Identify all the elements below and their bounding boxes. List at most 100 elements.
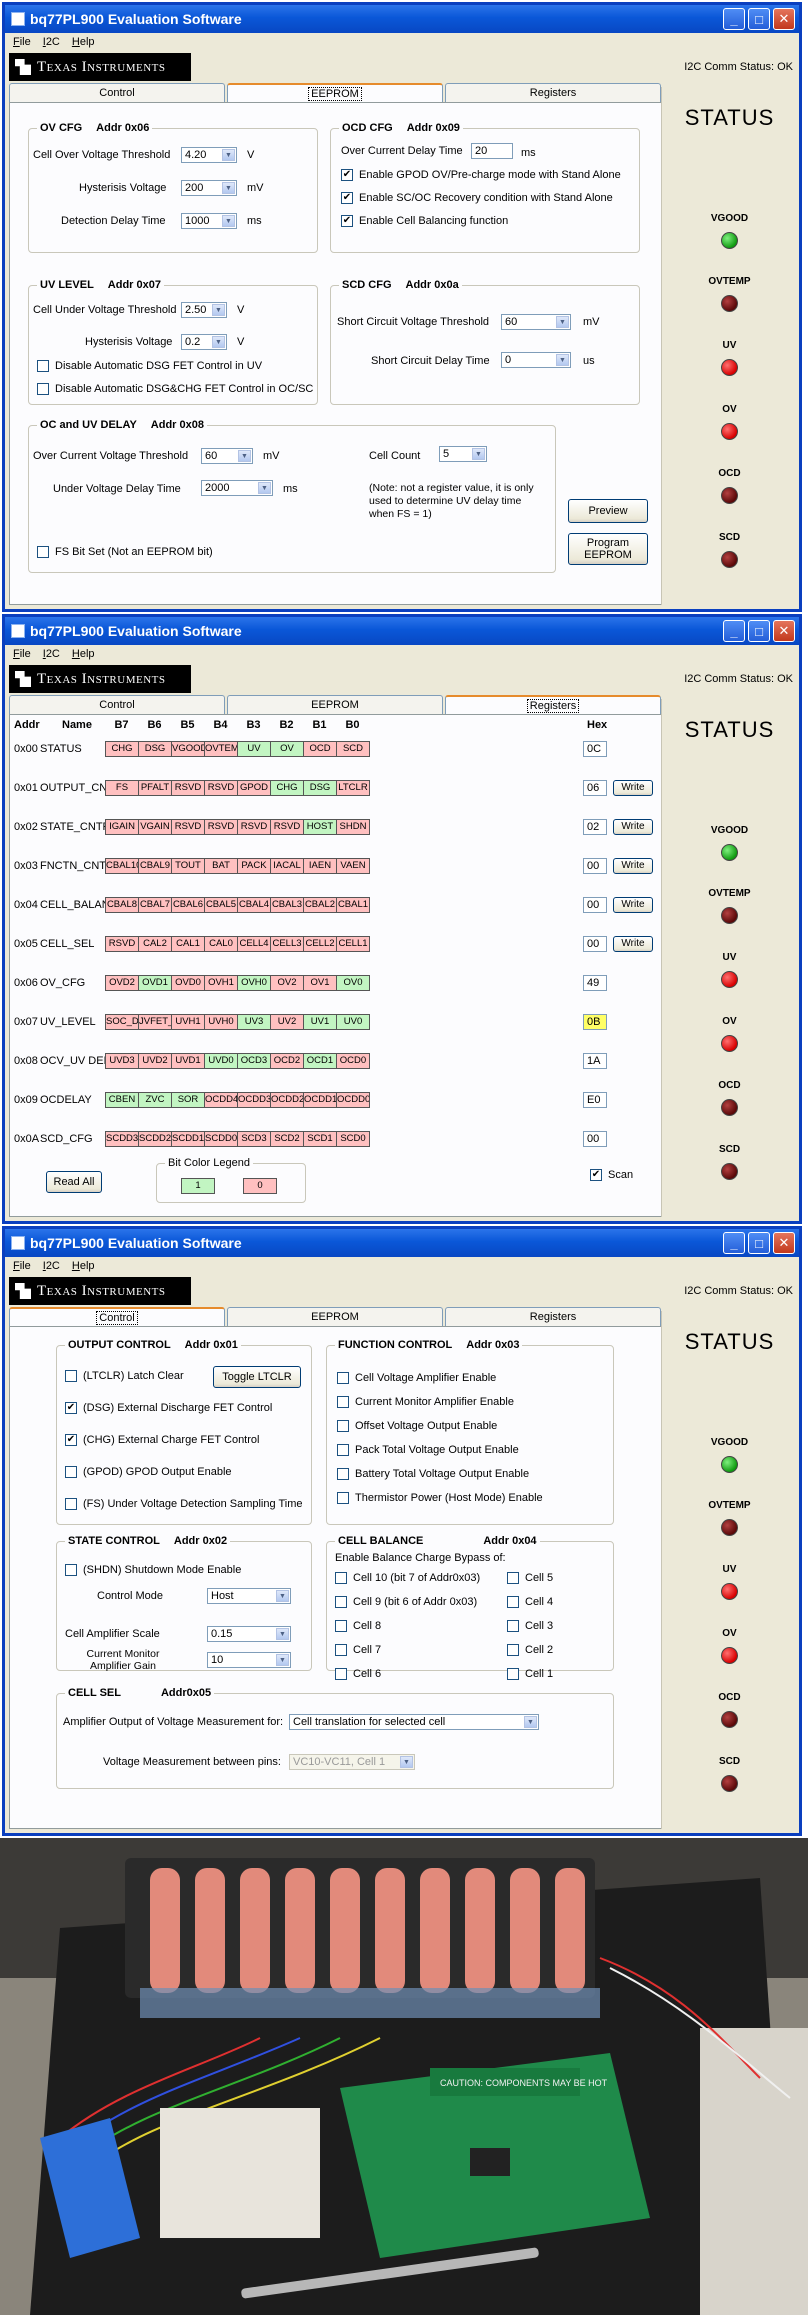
register-bit-cell[interactable]: RSVD xyxy=(204,780,238,796)
cell-balancing-checkbox[interactable]: ✔ Enable Cell Balancing function xyxy=(341,215,508,227)
latch-clear-checkbox[interactable]: (LTCLR) Latch Clear xyxy=(65,1370,184,1382)
close-button[interactable]: ✕ xyxy=(773,8,795,30)
ov-threshold-select[interactable]: 4.20 ▼ xyxy=(181,147,237,163)
register-bit-cell[interactable]: SOR xyxy=(171,1092,205,1108)
register-bit-cell[interactable]: UV0 xyxy=(336,1014,370,1030)
register-bit-cell[interactable]: SCD1 xyxy=(303,1131,337,1147)
menu-i2c[interactable]: I2C xyxy=(43,36,60,48)
register-bit-cell[interactable]: BAT xyxy=(204,858,238,874)
register-bit-cell[interactable]: DSG xyxy=(138,741,172,757)
register-hex-input[interactable]: 00 xyxy=(583,897,607,913)
register-bit-cell[interactable]: RSVD xyxy=(105,936,139,952)
register-bit-cell[interactable]: UV1 xyxy=(303,1014,337,1030)
register-bit-cell[interactable]: OCD3 xyxy=(237,1053,271,1069)
register-bit-cell[interactable]: VGAIN xyxy=(138,819,172,835)
ocd-delay-input[interactable]: 20 xyxy=(471,143,513,159)
register-bit-cell[interactable]: CELL3 xyxy=(270,936,304,952)
cell-7-checkbox[interactable]: Cell 7 xyxy=(335,1644,381,1656)
register-bit-cell[interactable]: CBAL1 xyxy=(336,897,370,913)
maximize-button[interactable]: □ xyxy=(748,620,770,642)
register-bit-cell[interactable]: CBAL5 xyxy=(204,897,238,913)
register-bit-cell[interactable]: OVD2 xyxy=(105,975,139,991)
register-bit-cell[interactable]: OVTEMP xyxy=(204,741,238,757)
register-bit-cell[interactable]: OCD2 xyxy=(270,1053,304,1069)
uv-delay-select[interactable]: 2000 ▼ xyxy=(201,480,273,496)
register-bit-cell[interactable]: CBAL4 xyxy=(237,897,271,913)
register-bit-cell[interactable]: CAL1 xyxy=(171,936,205,952)
register-bit-cell[interactable]: GPOD xyxy=(237,780,271,796)
cell-6-checkbox[interactable]: Cell 6 xyxy=(335,1668,381,1680)
register-bit-cell[interactable]: LTCLR xyxy=(336,780,370,796)
register-bit-cell[interactable]: SCD0 xyxy=(336,1131,370,1147)
tab-registers[interactable]: Registers xyxy=(445,1307,661,1327)
maximize-button[interactable]: □ xyxy=(748,8,770,30)
register-hex-input[interactable]: 00 xyxy=(583,936,607,952)
pack-total-voltage-checkbox[interactable]: Pack Total Voltage Output Enable xyxy=(337,1444,519,1456)
gpod-output-checkbox[interactable]: (GPOD) GPOD Output Enable xyxy=(65,1466,232,1478)
register-bit-cell[interactable]: SCDD1 xyxy=(171,1131,205,1147)
ov-delay-select[interactable]: 1000 ▼ xyxy=(181,213,237,229)
title-bar[interactable]: bq77PL900 Evaluation Software _ □ ✕ xyxy=(5,5,799,33)
tab-registers[interactable]: Registers xyxy=(445,83,661,103)
cell-4-checkbox[interactable]: Cell 4 xyxy=(507,1596,553,1608)
minimize-button[interactable]: _ xyxy=(723,8,745,30)
register-bit-cell[interactable]: TOUT xyxy=(171,858,205,874)
register-bit-cell[interactable]: UV2 xyxy=(270,1014,304,1030)
current-monitor-amp-checkbox[interactable]: Current Monitor Amplifier Enable xyxy=(337,1396,514,1408)
register-bit-cell[interactable]: SCD xyxy=(336,741,370,757)
register-bit-cell[interactable]: OVD0 xyxy=(171,975,205,991)
current-monitor-gain-select[interactable]: 10 ▼ xyxy=(207,1652,291,1668)
uv-hysteresis-select[interactable]: 0.2 ▼ xyxy=(181,334,227,350)
menu-help[interactable]: Help xyxy=(72,1260,95,1272)
menu-file[interactable]: File xyxy=(13,648,31,660)
register-bit-cell[interactable]: RSVD xyxy=(171,780,205,796)
register-bit-cell[interactable]: OCDD1 xyxy=(303,1092,337,1108)
register-bit-cell[interactable]: CAL0 xyxy=(204,936,238,952)
register-bit-cell[interactable]: JVFET_DIS xyxy=(138,1014,172,1030)
register-bit-cell[interactable]: RSVD xyxy=(204,819,238,835)
register-bit-cell[interactable]: SCD3 xyxy=(237,1131,271,1147)
shutdown-mode-checkbox[interactable]: (SHDN) Shutdown Mode Enable xyxy=(65,1564,241,1576)
tab-registers[interactable]: Registers xyxy=(445,695,661,715)
cell-8-checkbox[interactable]: Cell 8 xyxy=(335,1620,381,1632)
register-bit-cell[interactable]: SCDD3 xyxy=(105,1131,139,1147)
program-eeprom-button[interactable]: Program EEPROM xyxy=(568,533,648,565)
register-bit-cell[interactable]: CBAL3 xyxy=(270,897,304,913)
tab-eeprom[interactable]: EEPROM xyxy=(227,695,443,715)
tab-eeprom[interactable]: EEPROM xyxy=(227,1307,443,1327)
register-bit-cell[interactable]: OVD1 xyxy=(138,975,172,991)
chg-fet-checkbox[interactable]: ✔ (CHG) External Charge FET Control xyxy=(65,1434,259,1446)
tab-control[interactable]: Control xyxy=(9,695,225,715)
register-bit-cell[interactable]: UVD3 xyxy=(105,1053,139,1069)
read-all-button[interactable]: Read All xyxy=(46,1171,102,1193)
register-bit-cell[interactable]: UVD1 xyxy=(171,1053,205,1069)
register-hex-input[interactable]: 49 xyxy=(583,975,607,991)
disable-dsg-uv-checkbox[interactable]: Disable Automatic DSG FET Control in UV xyxy=(37,360,262,372)
tab-eeprom[interactable]: EEPROM xyxy=(227,83,443,103)
register-bit-cell[interactable]: OCD1 xyxy=(303,1053,337,1069)
register-hex-input[interactable]: E0 xyxy=(583,1092,607,1108)
amp-output-select[interactable]: Cell translation for selected cell ▼ xyxy=(289,1714,539,1730)
register-bit-cell[interactable]: UVH1 xyxy=(171,1014,205,1030)
cell-9-checkbox[interactable]: Cell 9 (bit 6 of Addr 0x03) xyxy=(335,1596,477,1608)
control-mode-select[interactable]: Host ▼ xyxy=(207,1588,291,1604)
register-bit-cell[interactable]: CBEN xyxy=(105,1092,139,1108)
scd-threshold-select[interactable]: 60 ▼ xyxy=(501,314,571,330)
minimize-button[interactable]: _ xyxy=(723,1232,745,1254)
cell-amp-scale-select[interactable]: 0.15 ▼ xyxy=(207,1626,291,1642)
register-bit-cell[interactable]: CBAL8 xyxy=(105,897,139,913)
menu-i2c[interactable]: I2C xyxy=(43,648,60,660)
register-bit-cell[interactable]: CELL4 xyxy=(237,936,271,952)
register-bit-cell[interactable]: SHDN xyxy=(336,819,370,835)
cell-1-checkbox[interactable]: Cell 1 xyxy=(507,1668,553,1680)
register-bit-cell[interactable]: OCD0 xyxy=(336,1053,370,1069)
scd-delay-select[interactable]: 0 ▼ xyxy=(501,352,571,368)
register-hex-input[interactable]: 02 xyxy=(583,819,607,835)
register-bit-cell[interactable]: CBAL2 xyxy=(303,897,337,913)
fs-sampling-checkbox[interactable]: (FS) Under Voltage Detection Sampling Ti… xyxy=(65,1498,303,1510)
menu-file[interactable]: File xyxy=(13,1260,31,1272)
write-button[interactable]: Write xyxy=(613,858,653,874)
register-bit-cell[interactable]: IAEN xyxy=(303,858,337,874)
register-bit-cell[interactable]: CHG xyxy=(105,741,139,757)
menu-help[interactable]: Help xyxy=(72,648,95,660)
